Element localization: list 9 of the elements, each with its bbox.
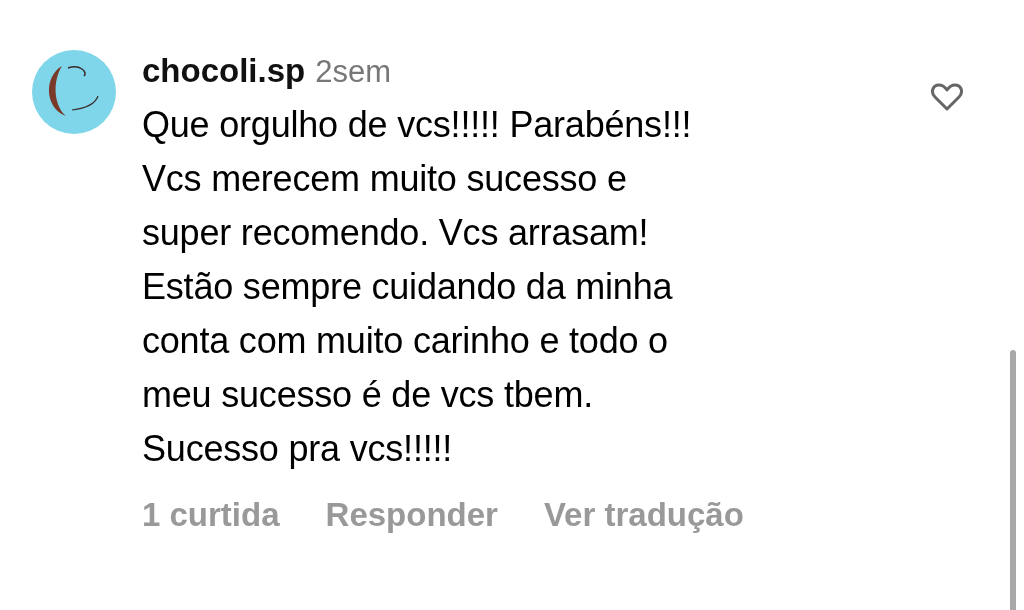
reply-button[interactable]: Responder: [325, 496, 498, 534]
translate-button[interactable]: Ver tradução: [543, 496, 744, 534]
likes-count[interactable]: 1 curtida: [142, 496, 280, 534]
username[interactable]: chocoli.sp: [142, 52, 306, 90]
comment-time: 2sem: [315, 54, 391, 90]
comment-text: Que orgulho de vcs!!!!! Parabéns!!! Vcs merecem muito sucesso e super recomendo. Vcs arrasam! Estão sempre cuidando da minha conta com muito carinho e todo o meu sucesso é de vcs tbem. Sucesso pra vcs!!!!!: [142, 103, 693, 471]
avatar[interactable]: [32, 50, 116, 134]
scroll-bar[interactable]: [1010, 350, 1016, 610]
heart-icon[interactable]: [930, 82, 964, 112]
